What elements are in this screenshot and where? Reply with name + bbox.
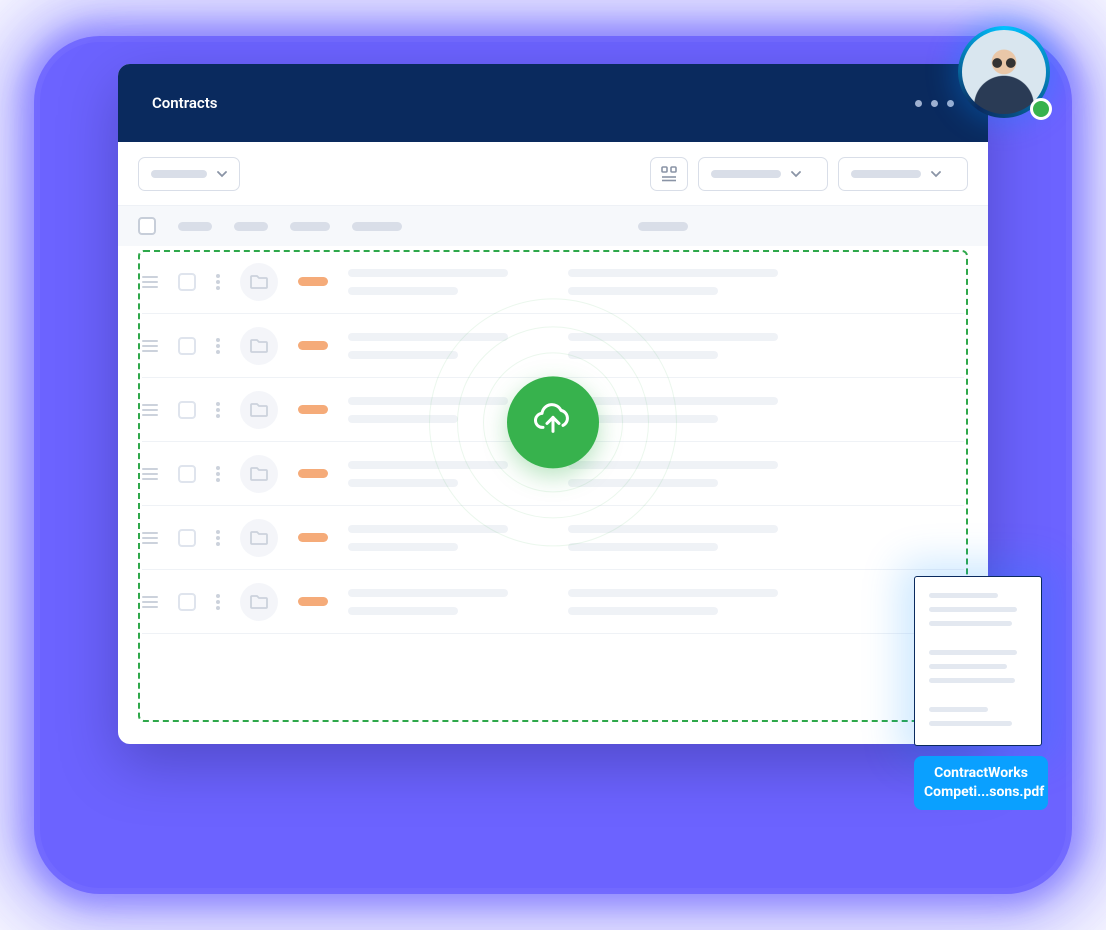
status-pill — [298, 277, 328, 286]
avatar[interactable] — [958, 26, 1050, 118]
folder-icon — [240, 519, 278, 557]
file-name-line1: ContractWorks — [924, 764, 1038, 783]
drag-handle-icon[interactable] — [142, 531, 158, 545]
document-icon — [914, 576, 1042, 746]
dragged-file[interactable]: ContractWorks Competi...sons.pdf — [914, 576, 1048, 810]
drag-handle-icon[interactable] — [142, 595, 158, 609]
filter-dropdown-2[interactable] — [838, 157, 968, 191]
select-all-checkbox[interactable] — [138, 217, 156, 235]
folder-icon — [240, 455, 278, 493]
more-icon[interactable] — [915, 100, 954, 107]
status-pill — [298, 405, 328, 414]
folder-icon — [240, 327, 278, 365]
row-checkbox[interactable] — [178, 401, 196, 419]
table-row[interactable] — [142, 570, 964, 634]
drag-handle-icon[interactable] — [142, 275, 158, 289]
row-menu-icon[interactable] — [216, 274, 220, 290]
row-content — [348, 525, 964, 551]
chevron-down-icon — [931, 169, 941, 179]
row-menu-icon[interactable] — [216, 466, 220, 482]
toolbar — [118, 142, 988, 206]
row-checkbox[interactable] — [178, 529, 196, 547]
table-header — [118, 206, 988, 246]
status-pill — [298, 597, 328, 606]
chevron-down-icon — [217, 169, 227, 179]
upload-button[interactable] — [507, 376, 599, 468]
file-name-line2: Competi...sons.pdf — [924, 783, 1038, 802]
folder-icon — [240, 391, 278, 429]
status-pill — [298, 469, 328, 478]
status-pill — [298, 533, 328, 542]
row-menu-icon[interactable] — [216, 530, 220, 546]
folder-icon — [240, 263, 278, 301]
titlebar: Contracts — [118, 64, 988, 142]
drag-handle-icon[interactable] — [142, 339, 158, 353]
page-title: Contracts — [152, 94, 218, 112]
folder-icon — [240, 583, 278, 621]
chevron-down-icon — [791, 169, 801, 179]
file-name-label: ContractWorks Competi...sons.pdf — [914, 756, 1048, 810]
row-checkbox[interactable] — [178, 593, 196, 611]
row-checkbox[interactable] — [178, 465, 196, 483]
drag-handle-icon[interactable] — [142, 403, 158, 417]
status-pill — [298, 341, 328, 350]
row-menu-icon[interactable] — [216, 338, 220, 354]
row-content — [348, 269, 964, 295]
row-menu-icon[interactable] — [216, 402, 220, 418]
filter-dropdown-1[interactable] — [698, 157, 828, 191]
view-toggle[interactable] — [650, 157, 688, 191]
presence-indicator — [1030, 98, 1052, 120]
filter-dropdown-left[interactable] — [138, 157, 240, 191]
drag-handle-icon[interactable] — [142, 467, 158, 481]
row-checkbox[interactable] — [178, 273, 196, 291]
row-checkbox[interactable] — [178, 337, 196, 355]
row-menu-icon[interactable] — [216, 594, 220, 610]
app-window: Contracts — [118, 64, 988, 744]
row-content — [348, 589, 964, 615]
